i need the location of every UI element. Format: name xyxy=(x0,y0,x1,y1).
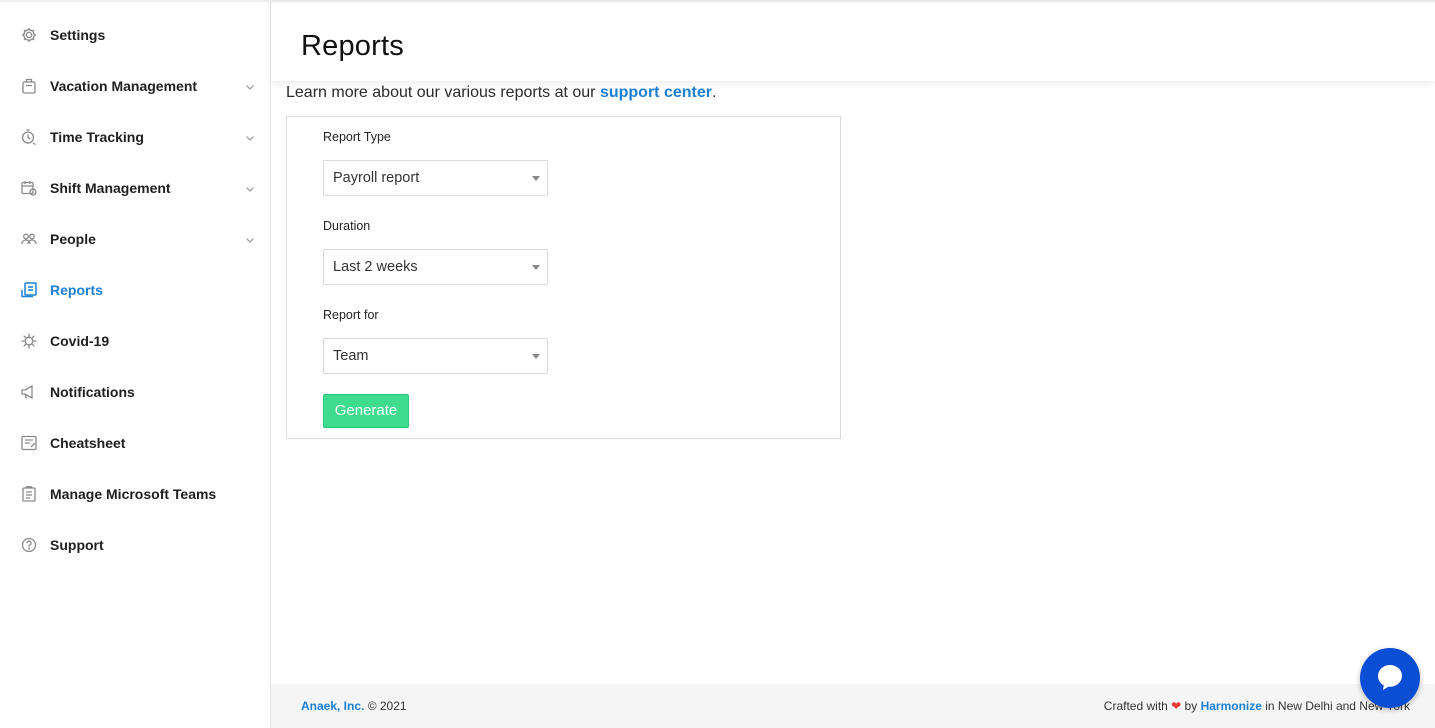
report-type-select[interactable]: Payroll report xyxy=(323,160,548,196)
sidebar-item-cheatsheet[interactable]: Cheatsheet xyxy=(0,423,270,463)
sidebar-item-label: Notifications xyxy=(50,384,135,400)
reports-icon xyxy=(20,281,38,299)
intro-text-after: . xyxy=(711,84,717,101)
cheatsheet-icon xyxy=(20,434,38,452)
sidebar-item-label: Settings xyxy=(50,27,106,43)
support-center-link[interactable]: support center xyxy=(600,84,712,101)
help-icon xyxy=(20,536,38,554)
dropdown-arrow-icon xyxy=(532,354,540,359)
report-form-card: Report Type Payroll report Duration Last… xyxy=(286,116,841,439)
chevron-down-icon xyxy=(244,131,256,143)
sidebar-item-reports[interactable]: Reports xyxy=(0,270,270,310)
footer-credits: Crafted with ❤ by Harmonize in New Delhi… xyxy=(1104,699,1410,713)
company-link[interactable]: Anaek, Inc. xyxy=(301,699,364,713)
virus-icon xyxy=(20,332,38,350)
report-for-value: Team xyxy=(333,348,369,364)
duration-select[interactable]: Last 2 weeks xyxy=(323,249,548,285)
page-header: Reports xyxy=(271,0,1435,81)
report-for-select[interactable]: Team xyxy=(323,338,548,374)
sidebar-item-label: Vacation Management xyxy=(50,78,198,94)
sidebar-item-label: Time Tracking xyxy=(50,129,144,145)
chevron-down-icon xyxy=(244,80,256,92)
chat-icon xyxy=(1378,665,1402,690)
sidebar-item-label: Shift Management xyxy=(50,180,171,196)
sidebar-item-label: People xyxy=(50,231,96,247)
intro-text-before: Learn more about our various reports at … xyxy=(286,84,600,101)
copyright-text: © 2021 xyxy=(364,699,407,713)
sidebar-item-covid-19[interactable]: Covid-19 xyxy=(0,321,270,361)
harmonize-link[interactable]: Harmonize xyxy=(1201,699,1262,713)
by-text: by xyxy=(1181,699,1201,713)
sidebar-item-label: Manage Microsoft Teams xyxy=(50,486,217,502)
sidebar-item-vacation-management[interactable]: Vacation Management xyxy=(0,66,270,106)
intro-text: Learn more about our various reports at … xyxy=(286,84,716,102)
sidebar-item-manage-microsoft-teams[interactable]: Manage Microsoft Teams xyxy=(0,474,270,514)
calendar-icon xyxy=(20,179,38,197)
chevron-down-icon xyxy=(244,233,256,245)
luggage-icon xyxy=(20,77,38,95)
report-for-label: Report for xyxy=(323,308,379,322)
header-top-shadow xyxy=(271,0,1435,4)
clipboard-icon xyxy=(20,485,38,503)
page-title: Reports xyxy=(301,30,404,62)
duration-value: Last 2 weeks xyxy=(333,259,418,275)
duration-label: Duration xyxy=(323,219,371,233)
sidebar-item-support[interactable]: Support xyxy=(0,525,270,565)
people-icon xyxy=(20,230,38,248)
sidebar-item-shift-management[interactable]: Shift Management xyxy=(0,168,270,208)
heart-icon: ❤ xyxy=(1171,699,1182,713)
crafted-prefix: Crafted with xyxy=(1103,699,1172,713)
generate-button[interactable]: Generate xyxy=(323,394,409,428)
sidebar-item-time-tracking[interactable]: Time Tracking xyxy=(0,117,270,157)
page-footer: Anaek, Inc. © 2021 Crafted with ❤ by Har… xyxy=(271,684,1435,728)
chat-launcher-button[interactable] xyxy=(1360,648,1420,708)
report-type-label: Report Type xyxy=(323,130,391,144)
sidebar-item-label: Cheatsheet xyxy=(50,435,126,451)
gear-icon xyxy=(20,26,38,44)
sidebar-item-settings[interactable]: Settings xyxy=(0,15,270,55)
megaphone-icon xyxy=(20,383,38,401)
report-type-value: Payroll report xyxy=(333,170,420,186)
dropdown-arrow-icon xyxy=(532,265,540,270)
sidebar: Settings Vacation Management Time Tracki… xyxy=(0,0,271,728)
sidebar-item-label: Reports xyxy=(50,282,103,298)
sidebar-item-label: Covid-19 xyxy=(50,333,110,349)
chevron-down-icon xyxy=(244,182,256,194)
stopwatch-icon xyxy=(20,128,38,146)
sidebar-item-notifications[interactable]: Notifications xyxy=(0,372,270,412)
footer-copyright: Anaek, Inc. © 2021 xyxy=(301,699,407,713)
dropdown-arrow-icon xyxy=(532,176,540,181)
sidebar-top-divider xyxy=(0,0,271,2)
sidebar-item-people[interactable]: People xyxy=(0,219,270,259)
sidebar-item-label: Support xyxy=(50,537,104,553)
